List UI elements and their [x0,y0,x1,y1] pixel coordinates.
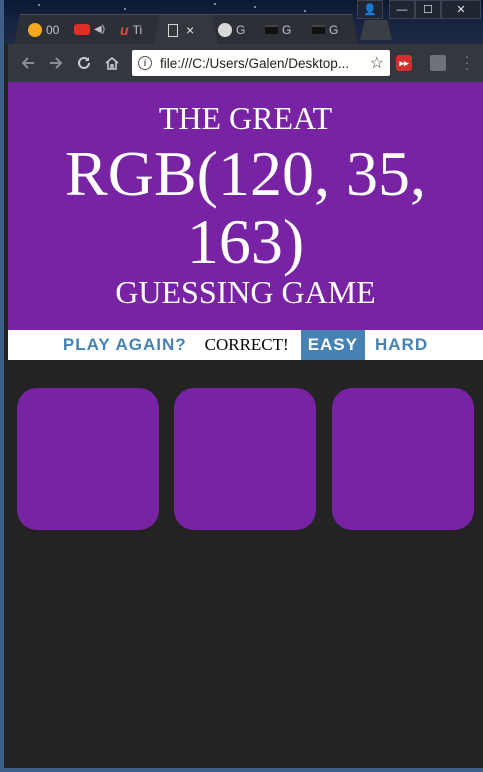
window-controls: 👤 — ☐ ✕ [357,0,481,20]
tab-title: G [329,22,339,37]
browser-window: 00 ◀) u Ti × G G G 👤 — ☐ ✕ i file:///C:/… [0,0,483,772]
star-decoration [124,8,126,10]
tab-strip: 00 ◀) u Ti × G G G [14,14,394,44]
color-square[interactable] [332,388,474,530]
github-icon [218,22,232,37]
play-again-button[interactable]: PLAY AGAIN? [52,330,197,360]
speaker-icon: ◀) [94,24,106,35]
document-icon [168,23,178,37]
info-icon[interactable]: i [138,56,152,70]
arrow-left-icon[interactable] [14,49,42,77]
home-icon[interactable] [98,49,126,77]
heading-bottom: GUESSING GAME [115,274,376,310]
tab-title: G [282,22,292,37]
page-content: THE GREAT RGB(120, 35, 163) GUESSING GAM… [8,82,483,768]
address-url: file:///C:/Users/Galen/Desktop... [160,55,350,71]
bookmark-star-icon[interactable]: ☆ [370,53,384,73]
easy-mode-button[interactable]: EASY [300,330,365,360]
new-tab-button[interactable] [360,20,392,40]
rgb-display: RGB(120, 35, 163) [65,138,426,277]
arrow-right-icon[interactable] [42,49,70,77]
control-stripe: PLAY AGAIN? CORRECT! EASY HARD [8,330,483,360]
star-decoration [254,6,256,8]
tab-title: 00 [46,22,60,37]
close-button[interactable]: ✕ [441,0,481,19]
youtube-icon [74,24,90,35]
hard-mode-button[interactable]: HARD [364,330,439,360]
game-header: THE GREAT RGB(120, 35, 163) GUESSING GAM… [8,82,483,330]
minimize-button[interactable]: — [389,0,415,19]
tab-7[interactable]: G [298,14,358,44]
folder-icon [312,25,325,34]
profile-icon[interactable]: 👤 [357,0,383,19]
color-square[interactable] [17,388,159,530]
udemy-icon: u [120,21,129,38]
address-bar[interactable]: i file:///C:/Users/Galen/Desktop... ☆ [132,50,390,76]
tab-active[interactable]: × [154,14,218,44]
star-decoration [38,4,40,6]
tab-title: G [236,22,246,37]
status-message: CORRECT! [204,335,289,354]
extension-icon[interactable]: ▸▸ [396,55,412,71]
browser-toolbar: i file:///C:/Users/Galen/Desktop... ☆ ▸▸… [8,44,483,82]
folder-icon [265,25,278,34]
heading-top: THE GREAT [158,100,333,136]
star-decoration [304,10,306,12]
tab-favicon [28,22,42,37]
tab-title: Ti [132,22,143,37]
title-bar: 00 ◀) u Ti × G G G 👤 — ☐ ✕ [4,0,483,44]
star-decoration [214,3,216,5]
maximize-button[interactable]: ☐ [415,0,441,19]
extension-icon[interactable] [430,55,446,71]
color-square[interactable] [174,388,316,530]
tab-close-icon[interactable]: × [186,22,194,38]
reload-icon[interactable] [70,49,98,77]
kebab-menu-icon[interactable]: · · · [462,49,472,75]
